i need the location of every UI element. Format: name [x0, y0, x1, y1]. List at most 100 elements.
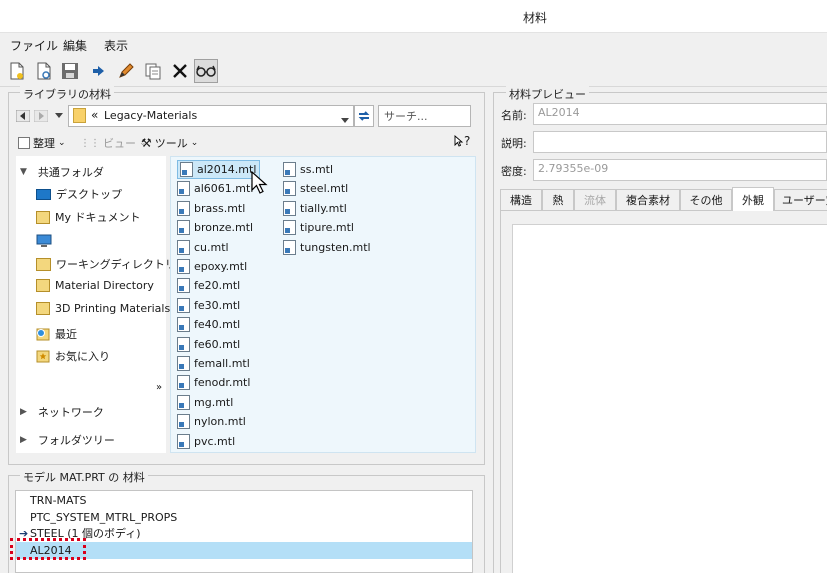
library-group-label: ライブラリの材料	[20, 86, 114, 102]
menu-edit[interactable]: 編集	[63, 37, 87, 54]
material-file-icon	[177, 375, 190, 391]
file-item[interactable]: fe20.mtl	[177, 276, 240, 295]
path-text: Legacy-Materials	[104, 109, 198, 122]
material-file-icon	[283, 220, 296, 236]
list-item[interactable]: PTC_SYSTEM_MTRL_PROPS	[16, 509, 472, 526]
tree-item-recent[interactable]: 最近	[36, 326, 77, 342]
appearance-preview-area	[512, 224, 827, 573]
open-file-icon[interactable]	[32, 59, 56, 83]
tab-other[interactable]: その他	[680, 189, 732, 210]
description-field[interactable]	[533, 131, 827, 153]
material-file-icon	[177, 394, 190, 410]
back-arrow-icon[interactable]	[15, 108, 31, 124]
file-item[interactable]: cu.mtl	[177, 238, 229, 257]
material-folder-icon	[36, 279, 50, 292]
tools-chevron-down-icon: ⌄	[190, 138, 199, 148]
tab-structure[interactable]: 構造	[500, 189, 542, 210]
tab-fluid: 流体	[574, 189, 616, 210]
material-file-icon	[177, 181, 190, 197]
material-file-icon	[177, 239, 190, 255]
tree-item-label: ワーキングディレクトリ	[56, 258, 176, 271]
file-item[interactable]: fe40.mtl	[177, 315, 240, 334]
file-item[interactable]: tungsten.mtl	[283, 238, 371, 257]
tools-label: ツール	[154, 137, 188, 150]
network-node[interactable]: ▶ ネットワーク	[20, 404, 104, 420]
file-item[interactable]: pvc.mtl	[177, 432, 235, 451]
expand-down-icon: ▼	[20, 167, 27, 177]
more-items-icon[interactable]: »	[156, 382, 162, 393]
help-label: ?	[464, 134, 471, 148]
file-item[interactable]: fenodr.mtl	[177, 373, 250, 392]
glasses-icon[interactable]	[194, 59, 218, 83]
path-bar[interactable]: « Legacy-Materials	[68, 105, 354, 127]
delete-icon[interactable]	[168, 59, 192, 83]
menu-view[interactable]: 表示	[104, 37, 128, 54]
common-folders-header[interactable]: ▼ 共通フォルダ	[20, 164, 104, 180]
history-dropdown-icon[interactable]	[51, 108, 67, 124]
folder-tree-label: フォルダツリー	[37, 434, 115, 447]
highlight-box	[10, 538, 86, 560]
tree-item-working-directory[interactable]: ワーキングディレクトリ	[36, 256, 176, 272]
expand-right-icon: ▶	[20, 435, 27, 445]
new-file-icon[interactable]	[5, 59, 29, 83]
file-item[interactable]: fe60.mtl	[177, 335, 240, 354]
view-button[interactable]: ⋮⋮ ビュー ⌄	[80, 135, 147, 151]
name-label: 名前:	[501, 109, 527, 122]
refresh-icon[interactable]	[354, 105, 374, 127]
tree-item-favorites[interactable]: お気に入り	[36, 348, 110, 364]
organize-label: 整理	[33, 137, 55, 150]
help-button[interactable]: ?	[454, 134, 470, 148]
window-title: 材料	[522, 11, 547, 25]
save-icon[interactable]	[58, 59, 82, 83]
file-item-selected[interactable]: al2014.mtl	[177, 160, 261, 179]
path-prefix: «	[91, 108, 99, 122]
tools-button[interactable]: ⚒ ツール ⌄	[141, 135, 198, 151]
file-item[interactable]: bronze.mtl	[177, 218, 253, 237]
file-item[interactable]: steel.mtl	[283, 179, 348, 198]
file-item[interactable]: fe30.mtl	[177, 296, 240, 315]
list-item[interactable]: TRN-MATS	[16, 492, 472, 509]
file-item[interactable]: femall.mtl	[177, 354, 250, 373]
model-group-label: モデル MAT.PRT の 材料	[20, 469, 148, 485]
tree-item-material-directory[interactable]: Material Directory	[36, 279, 154, 292]
menu-file[interactable]: ファイル	[10, 37, 58, 54]
file-item[interactable]: ss.mtl	[283, 160, 333, 179]
tab-thermal[interactable]: 熱	[542, 189, 574, 210]
material-file-icon	[283, 162, 296, 177]
material-file-icon	[180, 162, 193, 177]
forward-arrow-icon[interactable]	[33, 108, 49, 124]
model-material-list: TRN-MATS PTC_SYSTEM_MTRL_PROPS ➔ STEEL (…	[10, 490, 473, 573]
file-item[interactable]: al6061.mtl	[177, 179, 253, 198]
recent-icon	[36, 328, 50, 341]
file-item[interactable]: nylon.mtl	[177, 412, 246, 431]
tree-item-computer[interactable]	[36, 234, 57, 248]
load-arrow-icon[interactable]	[86, 59, 110, 83]
file-item[interactable]: epoxy.mtl	[177, 257, 247, 276]
file-item[interactable]: tially.mtl	[283, 199, 347, 218]
title-bar: 材料	[0, 0, 827, 33]
edit-pencil-icon[interactable]	[114, 59, 138, 83]
tree-item-3d-printing[interactable]: 3D Printing Materials	[36, 302, 170, 315]
search-input[interactable]: サーチ...	[378, 105, 471, 127]
tab-user-defined[interactable]: ユーザー定	[774, 189, 827, 210]
tree-item-my-documents[interactable]: My ドキュメント	[36, 209, 141, 225]
density-field[interactable]: 2.79355e-09	[533, 159, 827, 181]
network-label: ネットワーク	[37, 406, 104, 419]
path-dropdown-icon[interactable]	[341, 113, 349, 127]
file-item[interactable]: tipure.mtl	[283, 218, 354, 237]
file-item[interactable]: brass.mtl	[177, 199, 245, 218]
file-name: tungsten.mtl	[300, 240, 371, 254]
tab-appearance[interactable]: 外観	[732, 187, 774, 211]
organize-button[interactable]: 整理 ⌄	[18, 135, 66, 151]
name-field[interactable]: AL2014	[533, 103, 827, 125]
copy-icon[interactable]	[141, 59, 165, 83]
tree-item-desktop[interactable]: デスクトップ	[36, 186, 122, 202]
file-name: pvc.mtl	[194, 434, 236, 448]
file-item[interactable]: mg.mtl	[177, 393, 233, 412]
toolbar	[0, 57, 827, 87]
menu-bar: ファイル 編集 表示	[0, 33, 827, 57]
material-file-icon	[177, 220, 190, 236]
folder-tree-node[interactable]: ▶ フォルダツリー	[20, 432, 115, 448]
material-file-icon	[283, 181, 296, 197]
tab-composite[interactable]: 複合素材	[616, 189, 680, 210]
